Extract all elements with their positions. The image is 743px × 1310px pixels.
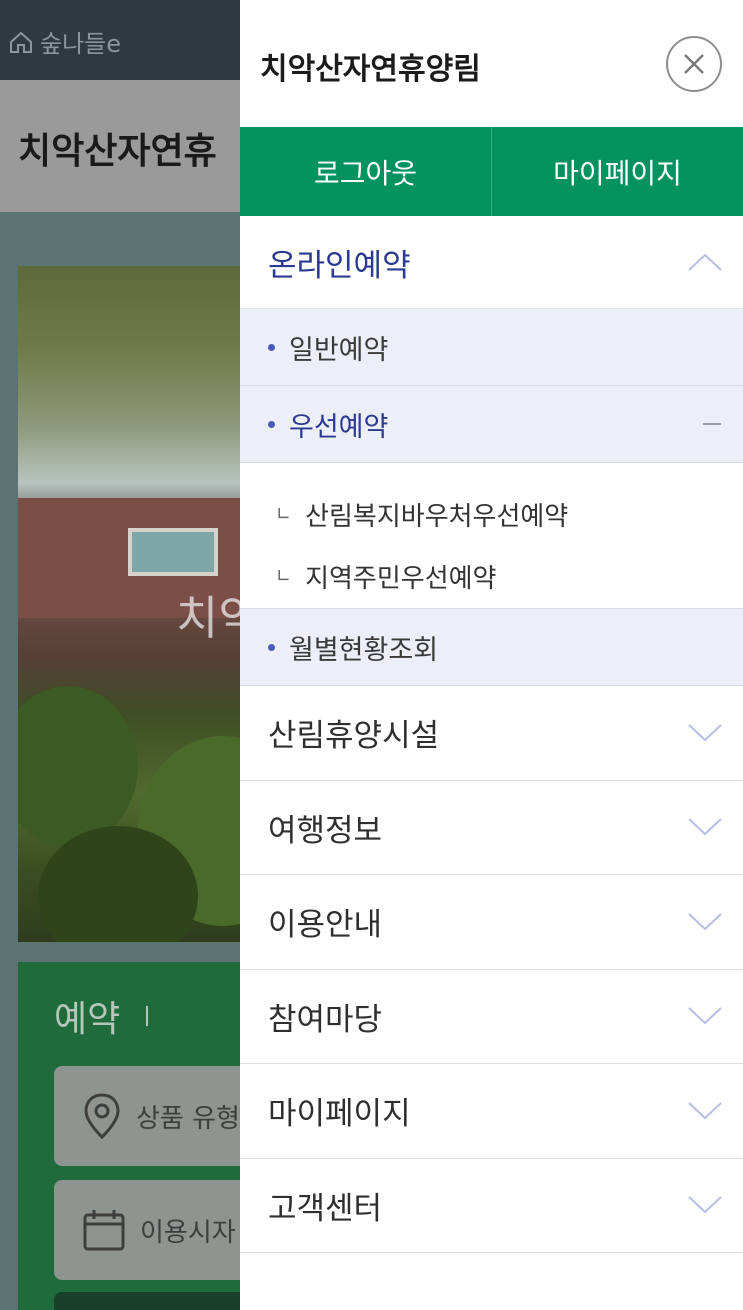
chevron-down-icon bbox=[688, 1102, 722, 1120]
submenu-monthly-status[interactable]: 월별현황조회 bbox=[240, 609, 743, 686]
submenu-label: 일반예약 bbox=[289, 334, 389, 366]
product-type-label: 상품 유형 bbox=[136, 1103, 240, 1134]
menu-customer-center[interactable]: 고객센터 bbox=[240, 1159, 743, 1253]
chevron-down-icon bbox=[688, 1196, 722, 1214]
side-drawer: 치악산자연휴양림 로그아웃 마이페이지 온라인예약 일반예약 우선예약 ∟ 산림… bbox=[240, 0, 743, 1310]
brand-link[interactable]: 숲나들e bbox=[8, 24, 121, 59]
close-button[interactable] bbox=[666, 36, 722, 92]
submenu-priority-reservation[interactable]: 우선예약 bbox=[240, 386, 743, 463]
chevron-down-icon bbox=[688, 818, 722, 836]
logout-button[interactable]: 로그아웃 bbox=[240, 127, 491, 216]
submenu-label: 월별현황조회 bbox=[289, 634, 439, 666]
page-title: 치악산자연휴 bbox=[18, 131, 217, 172]
close-icon bbox=[684, 54, 704, 74]
chevron-up-icon bbox=[688, 253, 722, 271]
menu-forest-facilities[interactable]: 산림휴양시설 bbox=[240, 686, 743, 781]
submenu-general-reservation[interactable]: 일반예약 bbox=[240, 309, 743, 386]
menu-community[interactable]: 참여마당 bbox=[240, 970, 743, 1064]
bullet-icon bbox=[268, 643, 275, 651]
menu-online-reservation[interactable]: 온라인예약 bbox=[240, 216, 743, 309]
home-icon bbox=[10, 31, 32, 53]
menu-label: 이용안내 bbox=[268, 907, 383, 944]
corner-arrow-icon: ∟ bbox=[276, 565, 292, 587]
submenu-label: 우선예약 bbox=[289, 411, 389, 443]
chevron-down-icon bbox=[688, 913, 722, 931]
bullet-icon bbox=[268, 420, 275, 428]
mypage-button[interactable]: 마이페이지 bbox=[491, 127, 743, 216]
submenu-label: 산림복지바우처우선예약 bbox=[305, 501, 569, 532]
submenu-label: 지역주민우선예약 bbox=[305, 563, 497, 594]
menu-label: 여행정보 bbox=[268, 812, 383, 849]
location-pin-icon bbox=[84, 1093, 120, 1140]
menu-travel-info[interactable]: 여행정보 bbox=[240, 781, 743, 875]
bullet-icon bbox=[268, 343, 275, 351]
calendar-icon bbox=[83, 1210, 125, 1251]
submenu-local-resident[interactable]: ∟ 지역주민우선예약 bbox=[276, 553, 743, 599]
divider bbox=[146, 1006, 148, 1026]
minus-icon bbox=[703, 423, 721, 425]
auth-bar: 로그아웃 마이페이지 bbox=[240, 127, 743, 216]
menu-usage-guide[interactable]: 이용안내 bbox=[240, 875, 743, 970]
menu-label: 산림휴양시설 bbox=[268, 718, 440, 755]
chevron-down-icon bbox=[688, 1007, 722, 1025]
reservation-panel: 예약 상품 유형 이용시자 bbox=[18, 962, 278, 1310]
menu-label: 온라인예약 bbox=[268, 247, 411, 284]
drawer-title: 치악산자연휴양림 bbox=[260, 52, 481, 87]
corner-arrow-icon: ∟ bbox=[276, 503, 292, 525]
reservation-title: 예약 bbox=[54, 999, 121, 1040]
priority-submenu-list: ∟ 산림복지바우처우선예약 ∟ 지역주민우선예약 bbox=[240, 463, 743, 609]
brand-label: 숲나들e bbox=[40, 30, 122, 58]
chevron-down-icon bbox=[688, 724, 722, 742]
menu-label: 참여마당 bbox=[268, 1001, 383, 1038]
start-date-label: 이용시자 bbox=[140, 1217, 236, 1248]
drawer-menu: 온라인예약 일반예약 우선예약 ∟ 산림복지바우처우선예약 ∟ 지역주민우선예약… bbox=[240, 216, 743, 1253]
menu-label: 고객센터 bbox=[268, 1190, 383, 1227]
menu-label: 마이페이지 bbox=[268, 1096, 411, 1133]
menu-my-page[interactable]: 마이페이지 bbox=[240, 1064, 743, 1159]
submenu-forest-voucher[interactable]: ∟ 산림복지바우처우선예약 bbox=[276, 491, 743, 537]
drawer-header: 치악산자연휴양림 bbox=[240, 0, 743, 127]
